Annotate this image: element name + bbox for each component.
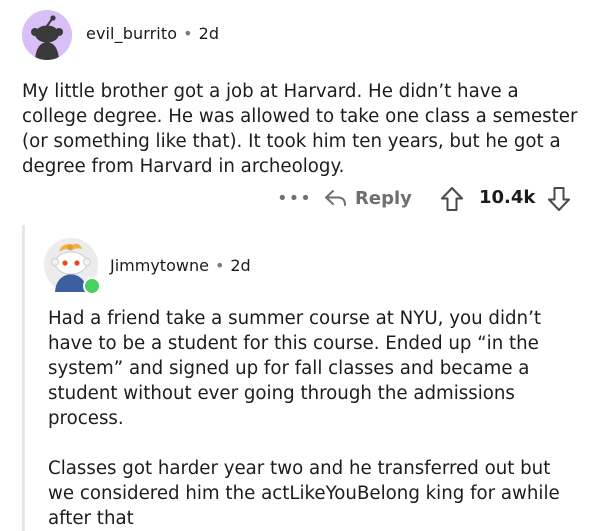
comment-header: Jimmytowne • 2d bbox=[110, 256, 251, 275]
username-link[interactable]: evil_burrito bbox=[86, 24, 177, 43]
downvote-arrow-icon[interactable] bbox=[547, 186, 571, 212]
reply-button[interactable]: Reply bbox=[324, 185, 412, 211]
comment-body: My little brother got a job at Harvard. … bbox=[22, 81, 578, 177]
more-options-button[interactable]: ••• bbox=[277, 188, 312, 209]
comment-header: evil_burrito • 2d bbox=[86, 24, 219, 43]
avatar-evil-burrito[interactable] bbox=[22, 10, 72, 60]
upvote-arrow-icon[interactable] bbox=[440, 186, 464, 212]
comment-paragraph: Had a friend take a summer course at NYU… bbox=[48, 308, 541, 429]
snoo-avatar-icon bbox=[22, 10, 72, 60]
separator-dot: • bbox=[183, 24, 193, 43]
reply-arrow-icon bbox=[325, 190, 346, 206]
separator-dot: • bbox=[214, 256, 225, 275]
vote-score: 10.4k bbox=[479, 187, 536, 208]
username-link[interactable]: Jimmytowne bbox=[110, 256, 209, 275]
reply-label: Reply bbox=[355, 187, 412, 209]
comment-timestamp[interactable]: 2d bbox=[199, 24, 220, 43]
comment-action-bar: ••• Reply 10.4k bbox=[0, 184, 599, 214]
comment-timestamp[interactable]: 2d bbox=[230, 256, 250, 275]
comment-paragraph: Classes got harder year two and he trans… bbox=[48, 458, 560, 529]
online-status-icon bbox=[83, 277, 101, 295]
comment-body: Had a friend take a summer course at NYU… bbox=[48, 306, 578, 531]
thread-collapse-line[interactable] bbox=[22, 225, 25, 531]
